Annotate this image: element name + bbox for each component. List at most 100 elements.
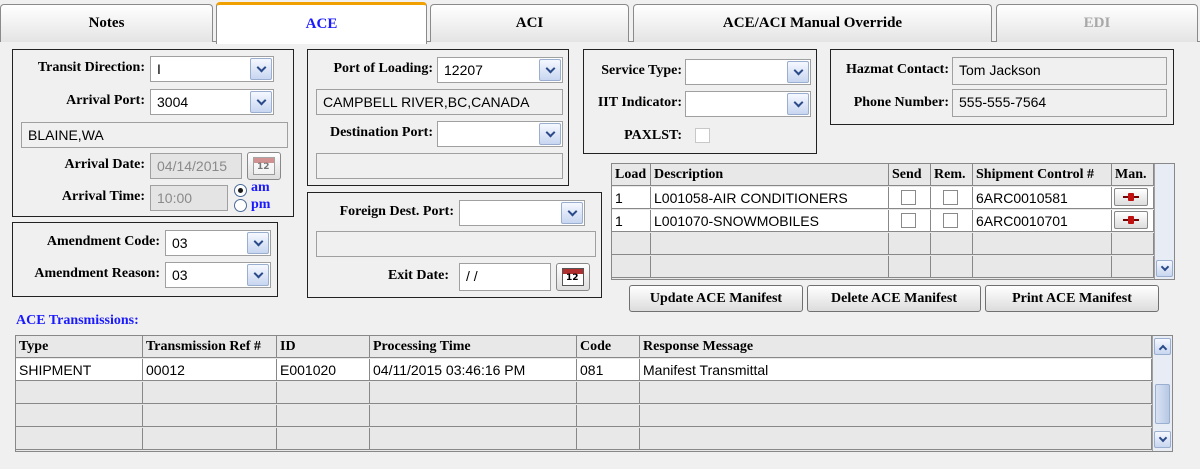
tab-notes[interactable]: Notes xyxy=(0,4,213,42)
empty-cell xyxy=(640,428,1152,450)
col-code: Code xyxy=(577,336,640,358)
service-type-select[interactable] xyxy=(685,59,811,85)
empty-cell xyxy=(931,233,973,255)
shipment-description[interactable]: L001058-AIR CONDITIONERS xyxy=(651,187,889,209)
transmission-ref[interactable]: 00012 xyxy=(143,359,277,381)
hazmat-contact-label: Hazmat Contact: xyxy=(845,62,949,77)
chevron-down-icon[interactable] xyxy=(247,232,269,254)
tab-manual-override[interactable]: ACE/ACI Manual Override xyxy=(633,4,992,42)
exit-date-calendar-button[interactable] xyxy=(556,263,590,291)
port-of-loading-name-field: CAMPBELL RIVER,BC,CANADA xyxy=(316,89,563,115)
foreign-dest-port-select[interactable] xyxy=(459,200,585,226)
delete-ace-manifest-button[interactable]: Delete ACE Manifest xyxy=(807,285,981,312)
arrival-port-select[interactable]: 3004 xyxy=(150,89,274,115)
amendment-reason-value: 03 xyxy=(172,267,188,283)
shipment-control[interactable]: 6ARC0010701 xyxy=(973,210,1112,232)
rem-checkbox[interactable] xyxy=(943,190,958,205)
amendment-code-select[interactable]: 03 xyxy=(165,230,271,256)
empty-cell xyxy=(651,256,889,278)
col-processing-time: Processing Time xyxy=(370,336,577,358)
shipments-scrollbar[interactable] xyxy=(1154,164,1174,279)
arrival-time-field[interactable]: 10:00 xyxy=(150,185,228,211)
chevron-down-icon[interactable] xyxy=(539,59,561,81)
destination-port-select[interactable] xyxy=(437,121,563,147)
ace-transmissions-title: ACE Transmissions: xyxy=(16,313,139,328)
print-ace-manifest-button[interactable]: Print ACE Manifest xyxy=(985,285,1159,312)
empty-cell xyxy=(577,428,640,450)
arrival-time-label: Arrival Time: xyxy=(61,189,145,204)
iit-indicator-select[interactable] xyxy=(685,91,811,117)
pm-radio[interactable] xyxy=(234,199,247,212)
empty-cell xyxy=(1112,256,1154,278)
am-radio[interactable] xyxy=(234,184,247,197)
scroll-down-icon[interactable] xyxy=(1156,260,1173,277)
shipment-man-cell xyxy=(1112,187,1154,209)
transmission-time[interactable]: 04/11/2015 03:46:16 PM xyxy=(370,359,577,381)
empty-cell xyxy=(651,233,889,255)
empty-cell xyxy=(612,256,651,278)
chevron-down-icon[interactable] xyxy=(250,58,272,80)
shipment-control[interactable]: 6ARC0010581 xyxy=(973,187,1112,209)
tab-ace[interactable]: ACE xyxy=(216,2,427,44)
port-of-loading-select[interactable]: 12207 xyxy=(437,57,563,83)
service-type-label: Service Type: xyxy=(601,63,682,78)
chevron-down-icon[interactable] xyxy=(787,61,809,83)
destination-port-label: Destination Port: xyxy=(329,125,433,140)
amendment-reason-select[interactable]: 03 xyxy=(165,262,271,288)
empty-cell xyxy=(370,382,577,404)
chevron-down-icon[interactable] xyxy=(561,202,583,224)
shipment-load[interactable]: 1 xyxy=(612,187,651,209)
chevron-down-icon[interactable] xyxy=(787,93,809,115)
tab-aci[interactable]: ACI xyxy=(430,4,629,42)
empty-cell xyxy=(889,256,931,278)
col-man: Man. xyxy=(1112,164,1154,186)
exit-date-field[interactable]: / / xyxy=(459,263,551,291)
hazmat-contact-field[interactable]: Tom Jackson xyxy=(952,57,1167,85)
transmission-message[interactable]: Manifest Transmittal xyxy=(640,359,1152,381)
send-checkbox[interactable] xyxy=(901,213,916,228)
scroll-up-icon[interactable] xyxy=(1154,338,1171,355)
amendment-code-value: 03 xyxy=(172,235,188,251)
chevron-down-icon[interactable] xyxy=(247,264,269,286)
col-description: Description xyxy=(651,164,889,186)
foreign-dest-port-label: Foreign Dest. Port: xyxy=(339,204,454,219)
calendar-icon xyxy=(253,157,275,175)
col-send: Send xyxy=(889,164,931,186)
transmission-code[interactable]: 081 xyxy=(577,359,640,381)
chevron-down-icon[interactable] xyxy=(250,91,272,113)
shipments-grid: Load Description Send Rem. Shipment Cont… xyxy=(611,163,1175,280)
port-of-loading-value: 12207 xyxy=(444,62,483,78)
paxlst-checkbox[interactable] xyxy=(695,128,710,143)
arrival-date-calendar-button[interactable] xyxy=(247,152,281,180)
transmission-id[interactable]: E001020 xyxy=(277,359,370,381)
shipment-send-cell xyxy=(889,210,931,232)
phone-number-field[interactable]: 555-555-7564 xyxy=(952,89,1167,117)
amendment-reason-label: Amendment Reason: xyxy=(34,266,160,281)
transit-direction-value: I xyxy=(157,61,161,77)
paxlst-label: PAXLST: xyxy=(624,128,682,143)
shipment-rem-cell xyxy=(931,187,973,209)
empty-cell xyxy=(143,382,277,404)
pushpin-icon[interactable] xyxy=(1114,188,1148,206)
col-id: ID xyxy=(277,336,370,358)
pushpin-icon[interactable] xyxy=(1114,211,1148,229)
shipment-description[interactable]: L001070-SNOWMOBILES xyxy=(651,210,889,232)
tab-edi: EDI xyxy=(996,4,1198,42)
scroll-down-icon[interactable] xyxy=(1154,431,1171,448)
chevron-down-icon[interactable] xyxy=(539,123,561,145)
scrollbar-thumb[interactable] xyxy=(1155,384,1170,424)
arrival-date-field[interactable]: 04/14/2015 xyxy=(150,153,242,179)
tab-label: EDI xyxy=(1083,15,1111,31)
empty-cell xyxy=(16,382,143,404)
phone-number-label: Phone Number: xyxy=(853,95,949,110)
empty-cell xyxy=(577,382,640,404)
transit-direction-select[interactable]: I xyxy=(150,56,274,82)
rem-checkbox[interactable] xyxy=(943,213,958,228)
empty-cell xyxy=(640,405,1152,427)
shipment-load[interactable]: 1 xyxy=(612,210,651,232)
send-checkbox[interactable] xyxy=(901,190,916,205)
transit-direction-label: Transit Direction: xyxy=(37,60,145,75)
update-ace-manifest-button[interactable]: Update ACE Manifest xyxy=(629,285,803,312)
transmissions-scrollbar[interactable] xyxy=(1152,336,1172,451)
transmission-type[interactable]: SHIPMENT xyxy=(16,359,143,381)
